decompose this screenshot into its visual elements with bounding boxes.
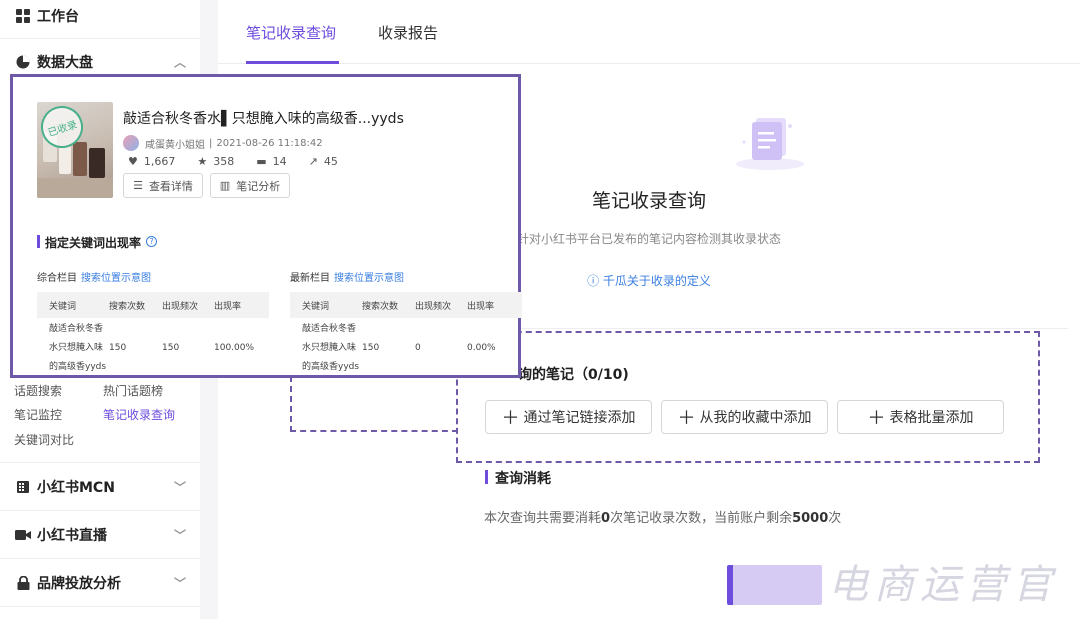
- divider: [0, 462, 200, 463]
- column-name: 最新栏目: [290, 273, 330, 284]
- column-header: 出现频次: [415, 301, 452, 312]
- author-name: 咸蛋黄小姐姐: [145, 139, 205, 151]
- frequency-cell: 0: [415, 343, 421, 353]
- divider: [0, 606, 200, 607]
- tab-note-index-query[interactable]: 笔记收录查询: [246, 22, 336, 43]
- chevron-down-icon: ﹀: [173, 480, 186, 495]
- sidebar-item-label: 数据大盘: [37, 55, 93, 71]
- publish-datetime: 2021-08-26 11:18:42: [216, 137, 323, 149]
- index-definition-link-label: 千瓜关于收录的定义: [602, 274, 711, 288]
- sidebar-item-workbench[interactable]: 工作台: [0, 4, 200, 28]
- column-header: 出现频次: [162, 301, 199, 312]
- keyword-cell: 敲适合秋冬香 水只想腌入味 的高级香yyds: [49, 323, 107, 372]
- table-row: 敲适合秋冬香 水只想腌入味 的高级香yyds 150 0 0.00%: [290, 318, 522, 378]
- right-keyword-table: 关键词 搜索次数 出现频次 出现率 敲适合秋冬香 水只想腌入味 的高级香yyds 1…: [290, 292, 522, 378]
- section-accent-bar: [37, 235, 40, 248]
- highlight-frame-left: [290, 376, 458, 432]
- tab-active-indicator: [246, 61, 339, 64]
- sidebar-item-mcn[interactable]: 小红书MCN ﹀: [0, 475, 200, 499]
- list-icon: ☰: [133, 179, 143, 192]
- consumption-title: 查询消耗: [495, 471, 551, 487]
- highlight-frame: [456, 331, 1040, 463]
- sidebar-item-label: 小红书直播: [37, 528, 107, 544]
- search-position-link[interactable]: 搜索位置示意图: [334, 273, 404, 284]
- column-header: 搜索次数: [362, 301, 399, 312]
- pie-chart-icon: [15, 54, 31, 70]
- video-camera-icon: [15, 527, 31, 543]
- keyword-rate-title: 指定关键词出现率: [45, 236, 142, 250]
- note-analysis-label: 笔记分析: [236, 179, 281, 193]
- sidebar-subitem-note-index-query[interactable]: 笔记收录查询: [103, 406, 175, 423]
- sidebar-subitem-note-monitor[interactable]: 笔记监控: [14, 406, 62, 423]
- chevron-up-icon: ︿: [173, 55, 186, 70]
- section-accent-bar: [485, 470, 488, 484]
- chevron-down-icon: ﹀: [173, 528, 186, 543]
- comment-icon: ▬: [256, 155, 267, 168]
- question-circle-icon[interactable]: ?: [146, 236, 157, 247]
- left-keyword-table: 关键词 搜索次数 出现频次 出现率 敲适合秋冬香 水只想腌入味 的高级香yyds 1…: [37, 292, 269, 378]
- star-icon: ★: [197, 155, 208, 168]
- column-name: 综合栏目: [37, 273, 77, 284]
- left-column-header: 综合栏目 搜索位置示意图: [37, 269, 151, 284]
- sidebar-item-label: 品牌投放分析: [37, 576, 121, 592]
- table-header: 关键词 搜索次数 出现频次 出现率: [37, 292, 269, 318]
- lock-icon: [15, 575, 31, 591]
- comments-count: 14: [272, 155, 287, 168]
- document-illustration-icon: [730, 112, 810, 172]
- divider: [0, 510, 200, 511]
- column-header: 出现率: [467, 301, 495, 312]
- watermark: 电商运营官: [828, 562, 1058, 608]
- sidebar-item-live[interactable]: 小红书直播 ﹀: [0, 523, 200, 547]
- consumption-text: 本次查询共需要消耗0次笔记收录次数，当前账户剩余5000次: [484, 511, 842, 526]
- bar-chart-icon: ▥: [219, 179, 231, 192]
- sidebar-subitem-hot-topics[interactable]: 热门话题榜: [103, 382, 163, 399]
- chevron-down-icon: ﹀: [173, 576, 186, 591]
- right-column-header: 最新栏目 搜索位置示意图: [290, 269, 404, 284]
- tab-bar: 笔记收录查询 收录报告: [218, 0, 1080, 64]
- sidebar-item-brand[interactable]: 品牌投放分析 ﹀: [0, 571, 200, 595]
- note-title[interactable]: 敲适合秋冬香水▌只想腌入味的高级香...yyds: [123, 108, 404, 128]
- rate-cell: 100.00%: [214, 343, 255, 353]
- question-circle-icon: ⓘ: [587, 274, 600, 288]
- table-header: 关键词 搜索次数 出现频次 出现率: [290, 292, 522, 318]
- column-header: 搜索次数: [109, 301, 146, 312]
- share-icon: ↗: [308, 155, 318, 168]
- grid-icon: [15, 8, 31, 24]
- search-position-link[interactable]: 搜索位置示意图: [81, 273, 151, 284]
- view-detail-label: 查看详情: [148, 179, 193, 193]
- likes-count: 1,667: [143, 155, 176, 168]
- sidebar-item-data-dashboard[interactable]: 数据大盘 ︿: [0, 50, 200, 74]
- search-count-cell: 150: [362, 343, 380, 353]
- tab-index-report[interactable]: 收录报告: [378, 22, 438, 43]
- frequency-cell: 150: [162, 343, 180, 353]
- rate-cell: 0.00%: [467, 343, 496, 353]
- author-line: 咸蛋黄小姐姐 | 2021-08-26 11:18:42: [123, 135, 323, 151]
- column-header: 关键词: [49, 301, 77, 312]
- search-count-cell: 150: [109, 343, 127, 353]
- avatar: [123, 135, 139, 151]
- note-analysis-button[interactable]: ▥ 笔记分析: [210, 173, 290, 198]
- divider: [0, 558, 200, 559]
- sidebar-subitem-topic-search[interactable]: 话题搜索: [14, 382, 62, 399]
- divider: [0, 38, 200, 39]
- sidebar-subitem-keyword-compare[interactable]: 关键词对比: [14, 431, 74, 448]
- shares-count: 45: [323, 155, 338, 168]
- sidebar-item-label: 小红书MCN: [37, 480, 115, 496]
- sidebar-item-label: 工作台: [37, 9, 79, 25]
- table-row: 敲适合秋冬香 水只想腌入味 的高级香yyds 150 150 100.00%: [37, 318, 269, 378]
- building-icon: [15, 479, 31, 495]
- note-detail-popup: 已收录 敲适合秋冬香水▌只想腌入味的高级香...yyds 咸蛋黄小姐姐 | 20…: [10, 74, 522, 378]
- view-detail-button[interactable]: ☰ 查看详情: [123, 173, 203, 198]
- stars-count: 358: [213, 155, 235, 168]
- note-thumbnail[interactable]: 已收录: [37, 102, 113, 198]
- column-header: 出现率: [214, 301, 242, 312]
- column-header: 关键词: [302, 301, 330, 312]
- heart-icon: ♥: [128, 155, 138, 168]
- note-stats: ♥ 1,667 ★ 358 ▬ 14 ↗ 45: [128, 155, 360, 168]
- keyword-cell: 敲适合秋冬香 水只想腌入味 的高级香yyds: [302, 323, 360, 372]
- query-submit-button[interactable]: [727, 565, 822, 605]
